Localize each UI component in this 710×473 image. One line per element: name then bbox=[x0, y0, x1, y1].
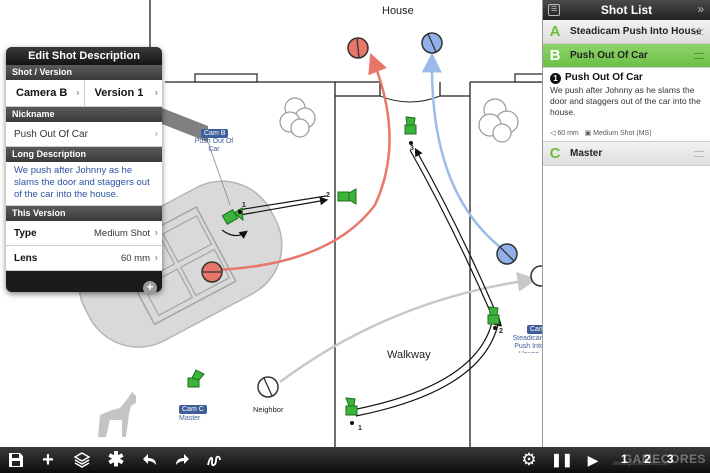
shot-letter: A bbox=[549, 23, 561, 40]
shot-name: Push Out Of Car bbox=[570, 50, 648, 61]
draw-icon[interactable] bbox=[204, 450, 224, 470]
neighbor-label: Neighbor bbox=[253, 405, 284, 414]
layers-icon[interactable] bbox=[72, 450, 92, 470]
shot-detail-title: Push Out Of Car bbox=[565, 72, 643, 83]
walkway-label: Walkway bbox=[387, 349, 431, 361]
camera-a3-icon bbox=[404, 116, 417, 135]
version-selector[interactable]: Version 1 › bbox=[83, 80, 163, 106]
marker-number: 1 bbox=[242, 202, 246, 209]
marker-number: 2 bbox=[499, 328, 503, 335]
type-label: Type bbox=[14, 228, 37, 239]
actor-red-top bbox=[347, 37, 369, 59]
chevron-right-icon: › bbox=[154, 252, 158, 264]
collapse-icon[interactable]: » bbox=[697, 2, 704, 16]
shot-number-badge: 1 bbox=[550, 73, 561, 84]
long-description-field[interactable]: We push after Johnny as he slams the doo… bbox=[6, 162, 162, 206]
lens-row[interactable]: Lens 60 mm › bbox=[6, 246, 162, 271]
version-value: Version 1 bbox=[94, 87, 144, 99]
nickname-value: Push Out Of Car bbox=[14, 129, 88, 140]
section-nickname: Nickname bbox=[6, 107, 162, 122]
type-row[interactable]: Type Medium Shot › bbox=[6, 221, 162, 246]
shot-letter: C bbox=[549, 145, 561, 162]
chevron-right-icon: › bbox=[154, 87, 158, 99]
person-icon: ▣ bbox=[584, 130, 592, 137]
actor-blue-right bbox=[496, 243, 518, 265]
bottom-toolbar: + ✱ ⚙ ❚❚ ▶ 1 2 3 GAMECORES www.gamecores… bbox=[0, 447, 710, 473]
window bbox=[194, 73, 258, 83]
path-blue bbox=[421, 52, 501, 248]
camera-c-icon bbox=[187, 369, 205, 388]
camera-selector[interactable]: Camera B › bbox=[6, 80, 84, 106]
section-long-description: Long Description bbox=[6, 147, 162, 162]
watermark-url: www.gamecores.com bbox=[612, 461, 670, 467]
redo-icon[interactable] bbox=[172, 450, 192, 470]
shot-list-header: ☰ Shot List » bbox=[543, 0, 710, 20]
house-label: House bbox=[382, 5, 414, 17]
camera-c-subtitle: Master bbox=[179, 415, 201, 422]
drag-handle-icon[interactable] bbox=[694, 29, 704, 35]
lens-value: 60 mm bbox=[120, 253, 150, 264]
panel-title: Edit Shot Description bbox=[6, 47, 162, 65]
play-icon[interactable]: ▶ bbox=[583, 450, 603, 470]
window bbox=[514, 73, 544, 83]
camera-c-tag[interactable]: Cam C bbox=[179, 405, 207, 414]
asterisk-icon[interactable]: ✱ bbox=[106, 450, 126, 470]
camera-b-subtitle: Push Out Of Car bbox=[194, 138, 234, 153]
camera-value: Camera B bbox=[16, 87, 68, 99]
shot-meta: ◁ 60 mm ▣ Medium Shot (MS) bbox=[550, 129, 652, 137]
chevron-right-icon: › bbox=[154, 227, 158, 239]
lens-icon: ◁ bbox=[550, 130, 556, 137]
marker-number: 2 bbox=[326, 192, 330, 199]
marker-number: 3 bbox=[410, 145, 414, 152]
save-icon[interactable] bbox=[6, 450, 26, 470]
drag-handle-icon[interactable] bbox=[694, 53, 704, 59]
undo-icon[interactable] bbox=[140, 450, 160, 470]
shot-name: Steadicam Push Into House bbox=[570, 26, 702, 37]
shot-detail-description: We push after Johnny as he slams the doo… bbox=[550, 85, 701, 117]
bush bbox=[478, 98, 519, 143]
actor-blue-top bbox=[421, 32, 443, 54]
shot-version-row: Camera B › Version 1 › bbox=[6, 80, 162, 107]
shot-lens: 60 mm bbox=[557, 130, 579, 137]
drag-handle-icon[interactable] bbox=[694, 151, 704, 157]
marker-number: 1 bbox=[358, 425, 362, 432]
shot-item-b[interactable]: B Push Out Of Car bbox=[543, 44, 710, 68]
camera-b-tag[interactable]: Cam B bbox=[201, 129, 229, 138]
bush bbox=[279, 97, 316, 138]
actor-red-car bbox=[201, 261, 223, 283]
section-this-version: This Version bbox=[6, 206, 162, 221]
shot-list-title: Shot List bbox=[600, 3, 653, 17]
shot-item-a[interactable]: A Steadicam Push Into House bbox=[543, 20, 710, 44]
camera-a-subtitle: Steadicam Push Into House bbox=[512, 335, 545, 353]
camera-a1-icon bbox=[345, 397, 358, 416]
dog-silhouette bbox=[98, 392, 136, 437]
type-value: Medium Shot bbox=[94, 228, 150, 239]
add-icon[interactable]: + bbox=[143, 281, 157, 295]
shot-name: Master bbox=[570, 148, 603, 159]
shot-item-c[interactable]: C Master bbox=[543, 142, 710, 166]
settings-gear-icon[interactable]: ⚙ bbox=[519, 450, 539, 470]
camera-b2-icon bbox=[337, 188, 357, 205]
chevron-right-icon: › bbox=[154, 128, 158, 140]
shot-list-panel: ☰ Shot List » A Steadicam Push Into Hous… bbox=[542, 0, 710, 447]
chevron-right-icon: › bbox=[76, 87, 80, 99]
section-shot-version: Shot / Version bbox=[6, 65, 162, 80]
shot-detail[interactable]: 1 Push Out Of Car We push after Johnny a… bbox=[543, 68, 710, 142]
edit-shot-description-panel: Edit Shot Description Shot / Version Cam… bbox=[6, 47, 162, 292]
pause-icon[interactable]: ❚❚ bbox=[551, 450, 573, 470]
camera-a2-icon bbox=[487, 306, 500, 325]
actor-neighbor bbox=[257, 376, 279, 398]
lens-label: Lens bbox=[14, 253, 38, 264]
nickname-field[interactable]: Push Out Of Car › bbox=[6, 122, 162, 147]
camera-path-a bbox=[351, 147, 503, 417]
path-gray bbox=[279, 271, 538, 384]
shot-type: Medium Shot (MS) bbox=[593, 130, 652, 137]
add-icon[interactable]: + bbox=[38, 450, 58, 470]
shot-letter: B bbox=[549, 47, 561, 64]
